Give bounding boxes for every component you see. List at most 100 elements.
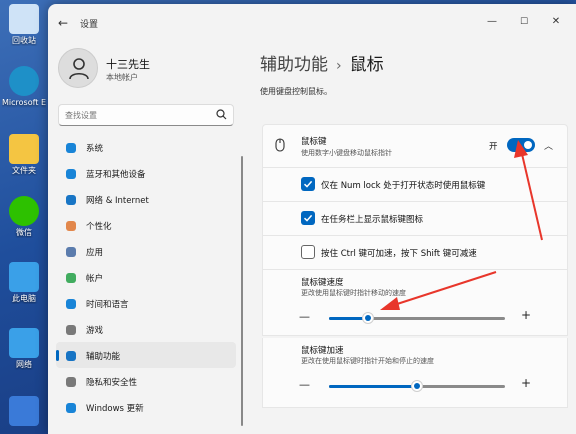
sidebar-item[interactable]: 系统 <box>56 134 236 160</box>
sidebar-item-label: 时间和语言 <box>86 300 129 310</box>
accessibility-icon <box>64 348 78 362</box>
speed-subtitle: 更改使用鼠标键时指针移动的速度 <box>301 289 406 297</box>
sidebar-item[interactable]: 辅助功能 <box>56 342 236 368</box>
option-label: 仅在 Num lock 处于打开状态时使用鼠标键 <box>321 181 486 191</box>
user-icon <box>69 58 89 80</box>
desktop-shortcut-label: 此电脑 <box>12 294 36 303</box>
globe-clock-icon <box>64 296 78 310</box>
settings-window: ← 设置 — ☐ ✕ 十三先生 本地帐户 系统蓝牙和其他设备网络 & Inter… <box>48 4 576 434</box>
desktop-shortcut-label: 网络 <box>16 360 32 369</box>
desktop-shortcut[interactable]: 文件夹 <box>2 134 46 176</box>
breadcrumb-separator: › <box>336 58 342 74</box>
shield-icon <box>64 374 78 388</box>
sidebar-item[interactable]: 时间和语言 <box>56 290 236 316</box>
mouse-icon <box>275 138 285 152</box>
close-button[interactable]: ✕ <box>542 12 570 32</box>
minimize-button[interactable]: — <box>478 12 506 32</box>
option-checkbox[interactable] <box>301 177 315 191</box>
acceleration-plus-icon: + <box>521 376 532 390</box>
toggle-state-label: 开 <box>489 142 498 152</box>
option-checkbox[interactable] <box>301 211 315 225</box>
mouse-keys-speed-card: 鼠标键速度 更改使用鼠标键时指针移动的速度 — + <box>262 270 568 336</box>
speed-slider-track[interactable] <box>329 317 505 320</box>
mouse-keys-title: 鼠标键 <box>301 137 327 147</box>
mouse-keys-toggle[interactable] <box>507 138 535 152</box>
sidebar-item-label: 辅助功能 <box>86 352 121 362</box>
sidebar-item-label: Windows 更新 <box>86 404 144 414</box>
desktop: 回收站 Microsoft Edge 文件夹微信此电脑网络 <box>0 0 48 434</box>
mouse-keys-option: 按住 Ctrl 键可加速，按下 Shift 键可减速 <box>262 236 568 270</box>
speed-minus-icon: — <box>299 310 310 323</box>
sidebar-item-label: 隐私和安全性 <box>86 378 138 388</box>
main-scrollbar[interactable] <box>572 44 574 424</box>
mouse-keys-card[interactable]: 鼠标键 使用数字小键盘移动鼠标指针 开 ︿ <box>262 124 568 168</box>
sidebar-item[interactable]: 游戏 <box>56 316 236 342</box>
acceleration-subtitle: 更改在使用鼠标键时指针开始和停止的速度 <box>301 357 434 365</box>
nav-scrollbar[interactable] <box>241 156 243 426</box>
desktop-shortcut-label: 微信 <box>16 228 32 237</box>
update-icon <box>64 400 78 414</box>
maximize-button[interactable]: ☐ <box>510 12 538 32</box>
wifi-icon <box>64 192 78 206</box>
desktop-shortcut-label: Microsoft Edge <box>2 98 46 107</box>
sidebar-item[interactable]: Windows 更新 <box>56 394 236 420</box>
edge-icon <box>9 66 39 96</box>
sidebar-item[interactable]: 网络 & Internet <box>56 186 236 212</box>
sidebar-item-label: 游戏 <box>86 326 104 336</box>
sidebar-item-label: 系统 <box>86 144 104 154</box>
option-label: 按住 Ctrl 键可加速，按下 Shift 键可减速 <box>321 249 477 259</box>
sidebar-item-label: 网络 & Internet <box>86 196 149 206</box>
search-box[interactable] <box>58 104 234 126</box>
speed-plus-icon: + <box>521 308 532 322</box>
desktop-shortcut[interactable]: 此电脑 <box>2 262 46 304</box>
option-checkbox[interactable] <box>301 245 315 259</box>
speed-title: 鼠标键速度 <box>301 278 344 288</box>
user-profile[interactable]: 十三先生 本地帐户 <box>58 48 238 98</box>
search-icon[interactable] <box>216 109 227 120</box>
wechat-icon <box>9 196 39 226</box>
title-bar: ← 设置 — ☐ ✕ <box>48 4 576 40</box>
desktop-shortcut[interactable]: 回收站 <box>2 4 46 46</box>
sidebar-item-label: 蓝牙和其他设备 <box>86 170 146 180</box>
desktop-shortcut-label: 文件夹 <box>12 166 36 175</box>
network-icon <box>9 328 39 358</box>
apps-icon <box>64 244 78 258</box>
acceleration-minus-icon: — <box>299 378 310 391</box>
nav-list: 系统蓝牙和其他设备 网络 & Internet 个性化应用帐户时间和语言游戏辅助功能… <box>56 134 236 420</box>
breadcrumb-parent[interactable]: 辅助功能 <box>260 55 328 75</box>
recycle-bin-icon <box>9 4 39 34</box>
chevron-up-icon[interactable]: ︿ <box>544 139 553 152</box>
mouse-keys-subtitle: 使用数字小键盘移动鼠标指针 <box>301 149 392 157</box>
sidebar-item-label: 帐户 <box>86 274 104 284</box>
breadcrumb: 辅助功能 › 鼠标 <box>260 50 384 75</box>
mouse-keys-acceleration-card: 鼠标键加速 更改在使用鼠标键时指针开始和停止的速度 — + <box>262 338 568 408</box>
computer-icon <box>9 262 39 292</box>
folder-icon <box>9 134 39 164</box>
control-panel-icon <box>9 396 39 426</box>
sidebar-item-label: 个性化 <box>86 222 112 232</box>
page-title: 鼠标 <box>349 55 384 75</box>
search-input[interactable] <box>65 108 215 123</box>
avatar <box>58 48 98 88</box>
account-icon <box>64 270 78 284</box>
toggle-knob <box>524 141 532 149</box>
desktop-shortcut[interactable] <box>2 396 46 428</box>
desktop-shortcut[interactable]: Microsoft Edge <box>2 66 46 108</box>
desktop-shortcut[interactable]: 微信 <box>2 196 46 238</box>
mouse-keys-option: 仅在 Num lock 处于打开状态时使用鼠标键 <box>262 168 568 202</box>
mouse-keys-option: 在任务栏上显示鼠标键图标 <box>262 202 568 236</box>
sidebar-item[interactable]: 帐户 <box>56 264 236 290</box>
profile-name: 十三先生 <box>106 58 150 71</box>
sidebar-item[interactable]: 应用 <box>56 238 236 264</box>
checkmark-icon <box>303 180 313 188</box>
option-label: 在任务栏上显示鼠标键图标 <box>321 215 424 225</box>
back-arrow-icon[interactable]: ← <box>56 16 70 30</box>
checkmark-icon <box>303 214 313 222</box>
sidebar-item[interactable]: 个性化 <box>56 212 236 238</box>
sidebar-item[interactable]: 蓝牙和其他设备 <box>56 160 236 186</box>
speed-slider-thumb[interactable] <box>361 312 374 324</box>
desktop-shortcut[interactable]: 网络 <box>2 328 46 370</box>
sidebar-item[interactable]: 隐私和安全性 <box>56 368 236 394</box>
acceleration-slider-thumb[interactable] <box>411 380 423 392</box>
brush-icon <box>64 218 78 232</box>
